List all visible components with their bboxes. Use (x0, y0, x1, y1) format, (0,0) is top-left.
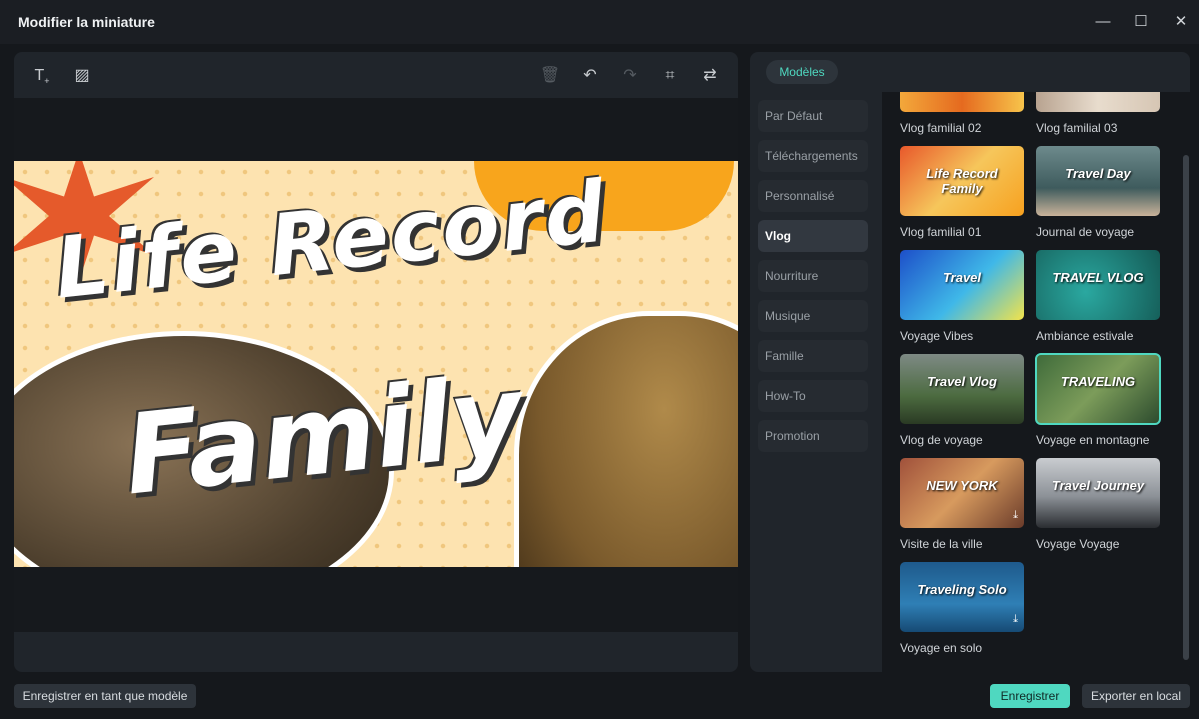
template-thumbnail-text: Travel Vlog (927, 374, 997, 389)
category-musique[interactable]: Musique (758, 300, 868, 332)
template-thumbnail[interactable]: TRAVEL VLOG (1036, 250, 1160, 320)
minimize-button[interactable]: — (1085, 8, 1121, 36)
category-vlog[interactable]: Vlog (758, 220, 868, 252)
template-thumbnail[interactable]: TRAVELING (1035, 353, 1161, 425)
download-icon[interactable]: ⤓ (1013, 613, 1018, 626)
template-thumbnail-text: Travel Day (1065, 166, 1131, 181)
add-text-icon[interactable]: T+ (31, 65, 53, 87)
template-thumbnail-text: Life Record Family (926, 166, 998, 196)
delete-icon[interactable]: 🗑 (539, 65, 561, 87)
template-label: Voyage en montagne (1036, 433, 1150, 447)
maximize-button[interactable]: ☐ (1123, 8, 1159, 36)
category-t-l-chargements[interactable]: Téléchargements (758, 140, 868, 172)
template-thumbnail-text: Travel (942, 270, 982, 285)
template-thumbnail-text: NEW YORK (926, 478, 998, 493)
template-thumbnail-text: TRAVELING (1060, 374, 1136, 389)
template-thumbnail-text: Travel Journey (1051, 478, 1145, 493)
add-image-icon[interactable]: ▨ (71, 65, 93, 87)
redo-icon[interactable]: ↷ (619, 65, 641, 87)
scrollbar[interactable] (1183, 155, 1189, 660)
window-title: Modifier la miniature (18, 14, 155, 30)
close-button[interactable]: ✕ (1163, 8, 1199, 36)
category-how-to[interactable]: How-To (758, 380, 868, 412)
template-thumbnail[interactable]: Traveling Solo ⤓ (900, 562, 1024, 632)
category-nourriture[interactable]: Nourriture (758, 260, 868, 292)
animal-image-right (514, 311, 738, 567)
tab-modeles[interactable]: Modèles (766, 60, 838, 84)
thumbnail-preview[interactable]: Life Record Family (14, 161, 738, 567)
template-label: Visite de la ville (900, 537, 983, 551)
category-personnalis-[interactable]: Personnalisé (758, 180, 868, 212)
template-thumbnail[interactable]: NEW YORK ⤓ (900, 458, 1024, 528)
template-thumbnail[interactable] (1036, 92, 1160, 112)
template-label: Vlog familial 01 (900, 225, 982, 239)
category-promotion[interactable]: Promotion (758, 420, 868, 452)
template-label: Voyage en solo (900, 641, 983, 655)
editor-panel: T+ ▨ 🗑 ↶ ↷ ⌗ ⇄ Life Record Family (14, 52, 738, 672)
template-thumbnail[interactable]: Travel Vlog (900, 354, 1024, 424)
template-thumbnail-text: Traveling Solo (917, 582, 1007, 597)
download-icon[interactable]: ⤓ (1013, 509, 1018, 522)
template-label: Vlog familial 02 (900, 121, 982, 135)
template-label: Vlog familial 03 (1036, 121, 1118, 135)
template-label: Voyage Vibes (900, 329, 974, 343)
editor-toolbar: T+ ▨ 🗑 ↶ ↷ ⌗ ⇄ (14, 52, 738, 98)
template-label: Voyage Voyage (1036, 537, 1120, 551)
title-bar: Modifier la miniature — ☐ ✕ (0, 0, 1199, 44)
replace-icon[interactable]: ⇄ (699, 65, 721, 87)
canvas-area: Life Record Family (14, 98, 738, 632)
template-label: Journal de voyage (1036, 225, 1135, 239)
undo-icon[interactable]: ↶ (579, 65, 601, 87)
save-as-template-button[interactable]: Enregistrer en tant que modèle (14, 684, 196, 708)
crop-icon[interactable]: ⌗ (659, 65, 681, 87)
template-thumbnail-text: TRAVEL VLOG (1052, 270, 1144, 285)
template-thumbnail[interactable]: Travel Journey (1036, 458, 1160, 528)
template-grid: Vlog familial 02 Vlog familial 03 Life Rec… (882, 92, 1190, 672)
export-local-button[interactable]: Exporter en local (1082, 684, 1190, 708)
templates-panel: Modèles Vlog familial 02 Vlog familial 03… (750, 52, 1190, 672)
template-label: Vlog de voyage (900, 433, 983, 447)
template-thumbnail[interactable] (900, 92, 1024, 112)
category-famille[interactable]: Famille (758, 340, 868, 372)
template-label: Ambiance estivale (1036, 329, 1134, 343)
template-thumbnail[interactable]: Travel (900, 250, 1024, 320)
category-par-d-faut[interactable]: Par Défaut (758, 100, 868, 132)
template-thumbnail[interactable]: Life Record Family (900, 146, 1024, 216)
template-thumbnail[interactable]: Travel Day (1036, 146, 1160, 216)
save-button[interactable]: Enregistrer (990, 684, 1070, 708)
